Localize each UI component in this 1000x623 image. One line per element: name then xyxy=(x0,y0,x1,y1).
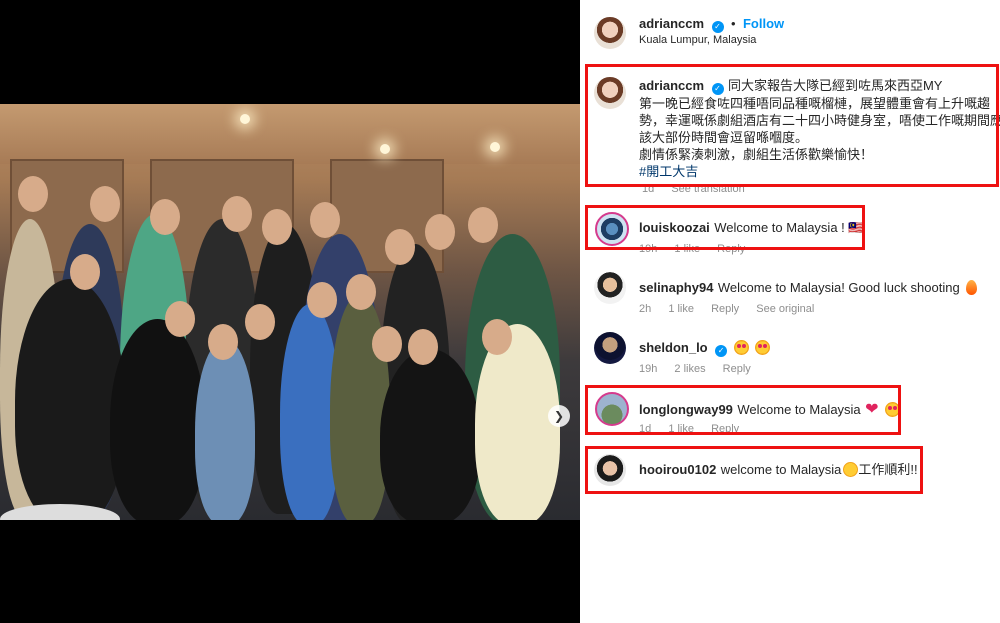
comment-username[interactable]: selinaphy94 xyxy=(639,280,713,295)
photo-face xyxy=(425,214,455,250)
comment-reply-button[interactable]: Reply xyxy=(723,363,751,375)
photo-face xyxy=(307,282,337,318)
photo-ceiling xyxy=(0,104,580,164)
highlight-box xyxy=(585,385,901,435)
photo-person xyxy=(380,349,480,520)
photo-face xyxy=(245,304,275,340)
comment-meta: 2h 1 like Reply See original xyxy=(639,303,828,315)
photo-face xyxy=(310,202,340,238)
photo-ceiling-light xyxy=(490,142,500,152)
heart-eyes-emoji-icon xyxy=(754,340,770,355)
comment-likes[interactable]: 2 likes xyxy=(674,363,705,375)
verified-badge-icon: ✓ xyxy=(711,20,724,33)
photo-person xyxy=(475,324,560,520)
comment-time: 19h xyxy=(639,363,658,375)
heart-eyes-emoji-icon xyxy=(733,340,749,355)
photo-face xyxy=(222,196,252,232)
photo-person xyxy=(195,339,255,520)
photo-face xyxy=(150,199,180,235)
photo-face xyxy=(165,301,195,337)
chevron-right-icon: ❯ xyxy=(553,409,565,423)
photo-face xyxy=(385,229,415,265)
comment-reply-button[interactable]: Reply xyxy=(711,303,739,315)
photo-person xyxy=(15,279,125,520)
photo-face xyxy=(408,329,438,365)
follow-button[interactable]: Follow xyxy=(743,16,784,31)
post-media-pane: ❯ xyxy=(0,0,580,623)
comment-text: Welcome to Malaysia! Good luck shooting xyxy=(717,280,960,295)
photo-face xyxy=(262,209,292,245)
separator-dot: • xyxy=(730,16,736,31)
photo-ceiling-light xyxy=(380,144,390,154)
comment-username[interactable]: sheldon_lo xyxy=(639,340,708,355)
author-avatar[interactable] xyxy=(594,17,626,49)
group-photo[interactable]: ❯ xyxy=(0,104,580,520)
verified-badge-icon: ✓ xyxy=(715,344,728,357)
commenter-avatar[interactable] xyxy=(594,272,626,304)
comment: sheldon_lo ✓ xyxy=(639,339,770,357)
photo-face xyxy=(90,186,120,222)
comment: selinaphy94 Welcome to Malaysia! Good lu… xyxy=(639,279,978,297)
commenter-avatar[interactable] xyxy=(594,332,626,364)
comments-pane: adrianccm ✓ • Follow Kuala Lumpur, Malay… xyxy=(580,0,1000,623)
comment-time: 2h xyxy=(639,303,652,315)
photo-face xyxy=(70,254,100,290)
post-location[interactable]: Kuala Lumpur, Malaysia xyxy=(639,34,756,46)
comment-meta: 19h 2 likes Reply xyxy=(639,363,765,375)
photo-person xyxy=(110,319,205,520)
photo-face xyxy=(468,207,498,243)
photo-face xyxy=(372,326,402,362)
author-username[interactable]: adrianccm xyxy=(639,16,704,31)
highlight-box xyxy=(585,446,923,494)
next-photo-button[interactable]: ❯ xyxy=(548,405,570,427)
photo-face xyxy=(482,319,512,355)
highlight-box xyxy=(585,205,865,250)
photo-face xyxy=(208,324,238,360)
see-original-link[interactable]: See original xyxy=(756,303,814,315)
photo-face xyxy=(346,274,376,310)
fire-emoji-icon xyxy=(966,280,978,295)
highlight-box xyxy=(585,64,999,187)
comment-likes[interactable]: 1 like xyxy=(668,303,694,315)
photo-face xyxy=(18,176,48,212)
photo-ceiling-light xyxy=(240,114,250,124)
post-header: adrianccm ✓ • Follow xyxy=(639,15,784,33)
